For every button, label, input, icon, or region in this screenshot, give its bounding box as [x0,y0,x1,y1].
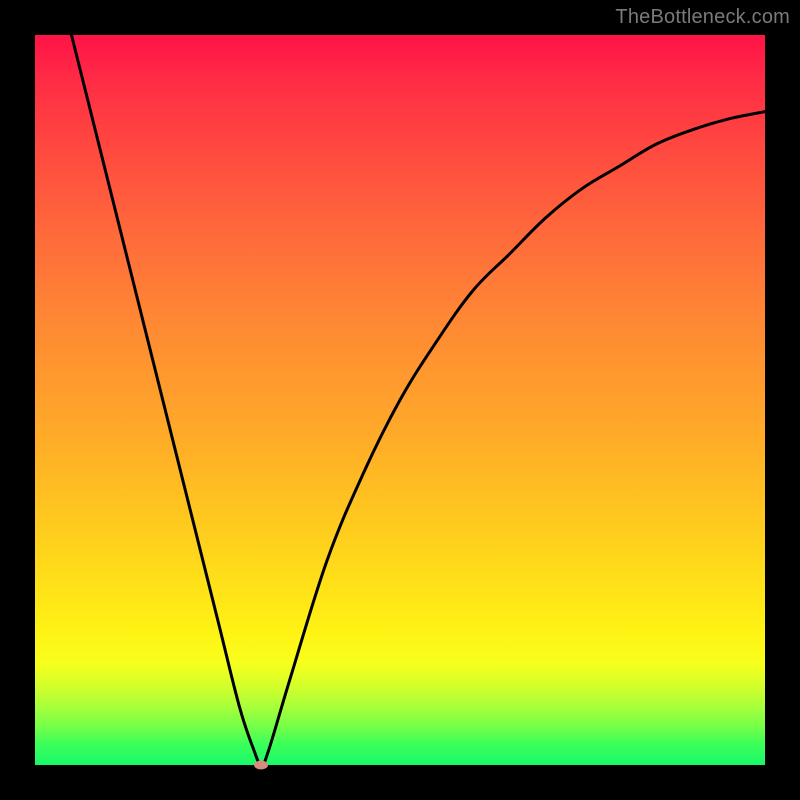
watermark-text: TheBottleneck.com [615,6,790,29]
chart-frame: TheBottleneck.com [0,0,800,800]
plot-area [35,35,765,765]
bottleneck-curve [35,35,765,765]
optimum-marker [254,761,268,770]
